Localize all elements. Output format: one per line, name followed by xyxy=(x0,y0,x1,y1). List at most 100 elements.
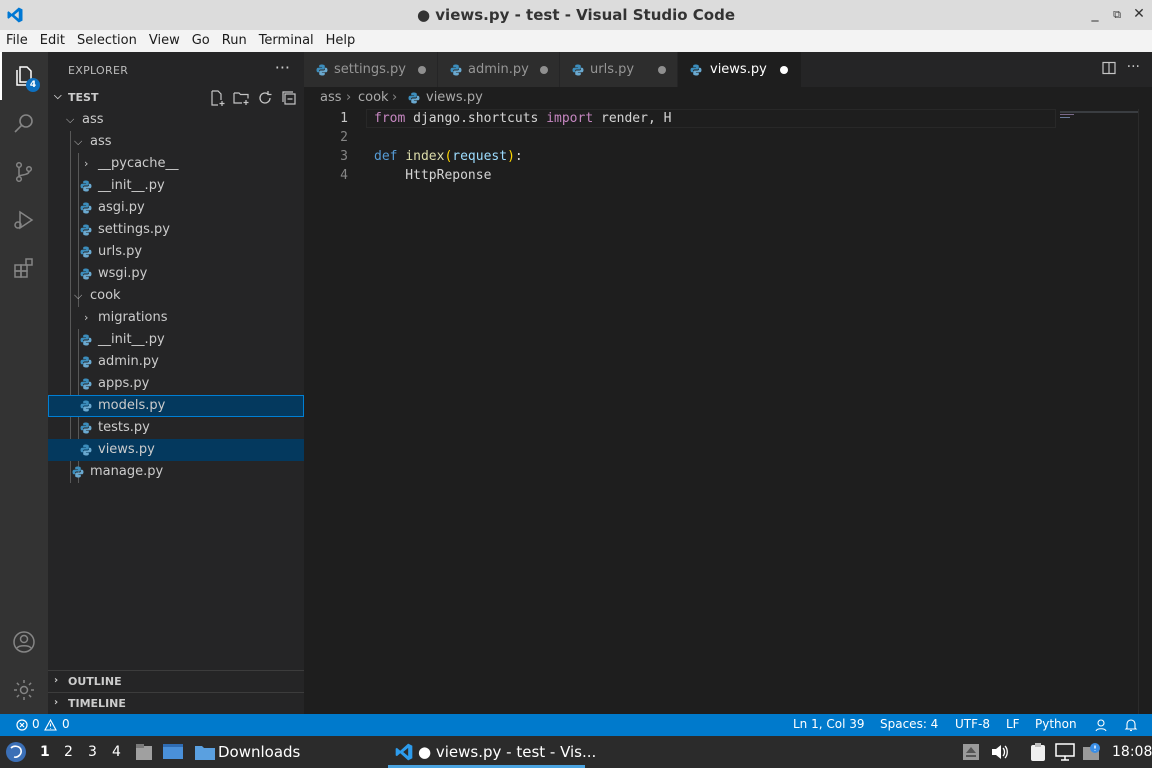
tree-folder-ass[interactable]: ⌵ ass xyxy=(48,109,304,131)
update-notifier-icon[interactable] xyxy=(1082,742,1102,762)
folder-icon[interactable] xyxy=(194,742,216,762)
menu-edit[interactable]: Edit xyxy=(40,30,71,52)
vscode-taskbar-icon[interactable] xyxy=(394,742,414,762)
folder-section-test[interactable]: ⌵ TEST xyxy=(48,87,304,109)
extensions-icon[interactable] xyxy=(12,256,36,280)
status-bar: 0 0 Ln 1, Col 39 Spaces: 4 UTF-8 LF Pyth… xyxy=(0,714,1152,736)
warning-count[interactable]: 0 xyxy=(62,717,70,731)
tree-folder-pycache[interactable]: › __pycache__ xyxy=(48,153,304,175)
tab-admin[interactable]: admin.py xyxy=(438,52,560,87)
chevron-right-icon: › xyxy=(346,90,352,105)
source-control-icon[interactable] xyxy=(12,160,36,184)
new-file-icon[interactable] xyxy=(208,89,226,107)
tree-file-tests[interactable]: tests.py xyxy=(48,417,304,439)
minimap[interactable] xyxy=(1056,109,1138,714)
clipboard-icon[interactable] xyxy=(1028,742,1048,762)
breadcrumb-ass[interactable]: ass xyxy=(320,90,342,105)
network-icon[interactable] xyxy=(1055,743,1075,761)
menu-file[interactable]: File xyxy=(6,30,34,52)
tree-file-init[interactable]: __init__.py xyxy=(48,175,304,197)
tab-urls[interactable]: urls.py xyxy=(560,52,678,87)
menu-bar: File Edit Selection View Go Run Terminal… xyxy=(0,30,1152,52)
tree-folder-ass-inner[interactable]: ⌵ ass xyxy=(48,131,304,153)
menu-terminal[interactable]: Terminal xyxy=(259,30,320,52)
warning-icon[interactable] xyxy=(44,719,57,731)
tree-folder-cook[interactable]: ⌵ cook xyxy=(48,285,304,307)
more-actions-icon[interactable]: ··· xyxy=(275,58,290,77)
python-file-icon xyxy=(80,180,92,192)
volume-icon[interactable] xyxy=(990,743,1010,761)
os-taskbar: 1 2 3 4 Downloads ● views.py - test - Vi… xyxy=(0,736,1152,768)
menu-view[interactable]: View xyxy=(149,30,186,52)
cursor-position[interactable]: Ln 1, Col 39 xyxy=(793,717,865,731)
indentation[interactable]: Spaces: 4 xyxy=(880,717,938,731)
tree-file-models[interactable]: models.py xyxy=(48,395,304,417)
workspace-1[interactable]: 1 xyxy=(40,744,50,760)
editor-scrollbar[interactable] xyxy=(1138,109,1152,714)
eject-icon[interactable] xyxy=(962,743,980,761)
minimize-button[interactable]: _ xyxy=(1084,6,1106,22)
tree-file-apps[interactable]: apps.py xyxy=(48,373,304,395)
taskbar-downloads[interactable]: Downloads xyxy=(218,743,300,761)
breadcrumb-cook[interactable]: cook xyxy=(358,90,389,105)
breadcrumb-views[interactable]: views.py xyxy=(426,90,483,105)
python-file-icon xyxy=(450,64,462,76)
code-line-4[interactable]: HttpReponse xyxy=(374,168,491,183)
taskbar-vscode-window[interactable]: ● views.py - test - Vis... xyxy=(418,743,596,761)
refresh-icon[interactable] xyxy=(256,89,274,107)
show-desktop-icon[interactable] xyxy=(162,742,184,762)
tree-file-manage[interactable]: manage.py xyxy=(48,461,304,483)
collapse-all-icon[interactable] xyxy=(280,89,298,107)
new-folder-icon[interactable] xyxy=(232,89,250,107)
file-manager-icon[interactable] xyxy=(134,742,154,762)
tree-file-urls[interactable]: urls.py xyxy=(48,241,304,263)
menu-go[interactable]: Go xyxy=(192,30,216,52)
unsaved-dot-icon[interactable] xyxy=(780,66,788,74)
unsaved-dot-icon[interactable] xyxy=(540,66,548,74)
tree-file-settings[interactable]: settings.py xyxy=(48,219,304,241)
code-editor[interactable]: 1 2 3 4 from django.shortcuts import ren… xyxy=(304,109,1152,714)
workspace-3[interactable]: 3 xyxy=(88,744,97,760)
notifications-bell-icon[interactable] xyxy=(1124,718,1138,732)
tree-file-admin[interactable]: admin.py xyxy=(48,351,304,373)
tree-file-asgi[interactable]: asgi.py xyxy=(48,197,304,219)
maximize-button[interactable]: ⧉ xyxy=(1106,8,1128,22)
start-menu-icon[interactable] xyxy=(5,741,27,763)
menu-run[interactable]: Run xyxy=(222,30,253,52)
editor-more-icon[interactable]: ··· xyxy=(1127,60,1140,76)
editor-tabs: settings.py admin.py urls.py views.py ··… xyxy=(304,52,1152,87)
workspace-2[interactable]: 2 xyxy=(64,744,73,760)
tree-file-wsgi[interactable]: wsgi.py xyxy=(48,263,304,285)
encoding[interactable]: UTF-8 xyxy=(955,717,990,731)
tree-file-views[interactable]: views.py xyxy=(48,439,304,461)
tab-views[interactable]: views.py xyxy=(678,52,802,87)
python-file-icon xyxy=(80,202,92,214)
unsaved-dot-icon[interactable] xyxy=(658,66,666,74)
window-title: ● views.py - test - Visual Studio Code xyxy=(416,6,736,24)
search-icon[interactable] xyxy=(12,112,36,136)
end-of-line[interactable]: LF xyxy=(1006,717,1020,731)
tab-settings[interactable]: settings.py xyxy=(304,52,438,87)
close-window-button[interactable]: ✕ xyxy=(1128,6,1150,22)
error-count[interactable]: 0 xyxy=(32,717,40,731)
timeline-section[interactable]: › TIMELINE xyxy=(48,692,304,714)
tree-file-init-cook[interactable]: __init__.py xyxy=(48,329,304,351)
split-editor-icon[interactable] xyxy=(1101,60,1117,76)
accounts-icon[interactable] xyxy=(12,630,36,654)
clock[interactable]: 18:08 xyxy=(1112,744,1152,760)
code-line-3[interactable]: def index(request): xyxy=(374,149,523,164)
workspace-4[interactable]: 4 xyxy=(112,744,121,760)
unsaved-dot-icon[interactable] xyxy=(418,66,426,74)
run-debug-icon[interactable] xyxy=(12,208,36,232)
error-icon[interactable] xyxy=(16,719,28,731)
python-file-icon xyxy=(80,356,92,368)
feedback-icon[interactable] xyxy=(1094,718,1108,732)
menu-help[interactable]: Help xyxy=(326,30,362,52)
code-line-1[interactable]: from django.shortcuts import render, H xyxy=(374,111,671,126)
outline-section[interactable]: › OUTLINE xyxy=(48,670,304,692)
menu-selection[interactable]: Selection xyxy=(77,30,143,52)
settings-gear-icon[interactable] xyxy=(12,678,36,702)
language-mode[interactable]: Python xyxy=(1035,717,1077,731)
python-file-icon xyxy=(80,334,92,346)
tree-folder-migrations[interactable]: › migrations xyxy=(48,307,304,329)
